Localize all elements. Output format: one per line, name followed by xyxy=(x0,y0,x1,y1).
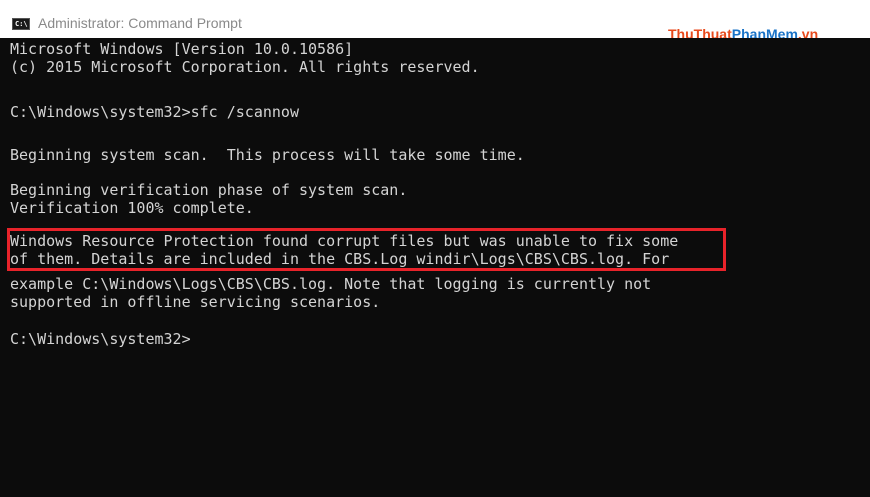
console-line: supported in offline servicing scenarios… xyxy=(10,293,381,311)
cmd-icon-label: C:\ xyxy=(15,20,28,28)
console-line: Verification 100% complete. xyxy=(10,199,254,217)
title-bar[interactable]: C:\ Administrator: Command Prompt ThuThu… xyxy=(0,0,870,42)
console-line: (c) 2015 Microsoft Corporation. All righ… xyxy=(10,58,480,76)
window-title: Administrator: Command Prompt xyxy=(38,15,242,31)
command-prompt-window: C:\ Administrator: Command Prompt ThuThu… xyxy=(0,0,870,497)
cmd-icon: C:\ xyxy=(12,18,30,30)
console-output[interactable]: Microsoft Windows [Version 10.0.10586] (… xyxy=(0,38,870,497)
console-line: Microsoft Windows [Version 10.0.10586] xyxy=(10,40,354,58)
highlight-box xyxy=(7,228,726,271)
console-line: Beginning system scan. This process will… xyxy=(10,146,525,164)
console-line: example C:\Windows\Logs\CBS\CBS.log. Not… xyxy=(10,275,652,293)
console-line: C:\Windows\system32> xyxy=(10,330,191,348)
console-line: Beginning verification phase of system s… xyxy=(10,181,408,199)
console-line: C:\Windows\system32>sfc /scannow xyxy=(10,103,299,121)
